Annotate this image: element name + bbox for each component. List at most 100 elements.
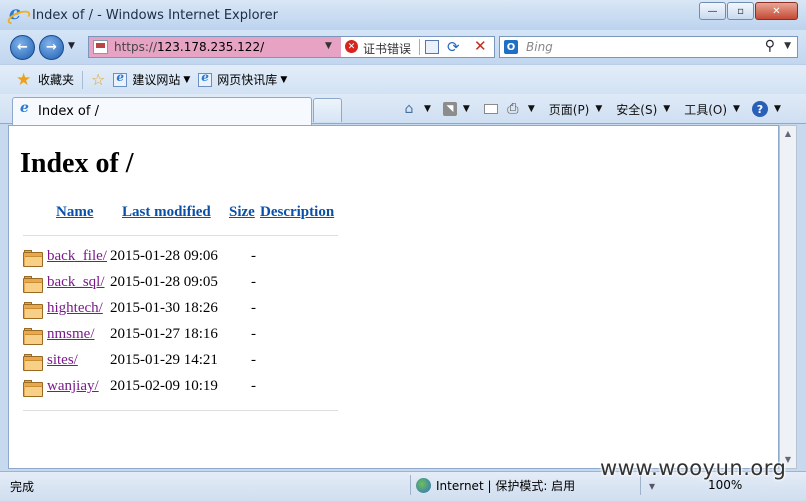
chevron-down-icon: ▼ [280, 74, 288, 85]
url-host: 123.178.235.122/ [157, 40, 265, 54]
size: - [251, 274, 256, 290]
directory-link[interactable]: hightech/ [47, 300, 103, 317]
protected-mode-icon[interactable]: ▾ [649, 479, 655, 493]
folder-icon [23, 354, 43, 371]
list-item: nmsme/ 2015-01-27 18:16 - [23, 326, 343, 348]
directory-link[interactable]: nmsme/ [47, 326, 95, 343]
web-slice-gallery-label: 网页快讯库 [217, 73, 278, 87]
forward-button[interactable]: → [39, 35, 64, 60]
watermark: www.wooyun.org [600, 456, 787, 480]
globe-icon [416, 478, 431, 493]
help-chevron-down-icon[interactable]: ▼ [774, 104, 781, 114]
directory-link[interactable]: back_sql/ [47, 274, 105, 291]
add-to-favorites-bar-icon[interactable]: ☆ [91, 70, 105, 89]
divider [82, 70, 84, 89]
maximize-button[interactable]: ▫ [727, 2, 754, 20]
folder-icon [23, 328, 43, 345]
address-bar[interactable]: https://123.178.235.122/ ▼ ✕ 证书错误 ⟳ ✕ [88, 36, 495, 58]
directory-link[interactable]: back_file/ [47, 248, 107, 265]
home-options-chevron-down-icon[interactable]: ▼ [424, 104, 431, 114]
size: - [251, 248, 256, 264]
page-icon [93, 40, 108, 54]
chevron-down-icon[interactable]: ▼ [663, 104, 670, 114]
size: - [251, 326, 256, 342]
refresh-icon[interactable]: ⟳ [447, 38, 460, 56]
size: - [251, 300, 256, 316]
directory-link[interactable]: wanjiay/ [47, 378, 99, 395]
suggested-sites-label: 建议网站 [132, 73, 181, 87]
print-options-chevron-down-icon[interactable]: ▼ [528, 104, 535, 114]
navigation-bar: ← → ▼ https://123.178.235.122/ ▼ ✕ 证书错误 … [0, 30, 806, 64]
list-item: sites/ 2015-01-29 14:21 - [23, 352, 343, 374]
folder-icon [23, 302, 43, 319]
url-scheme: https:// [114, 40, 158, 54]
size: - [251, 378, 256, 394]
bing-outlook-icon: O [504, 40, 518, 54]
chevron-down-icon: ▼ [183, 74, 191, 85]
search-box[interactable]: O Bing ⚲ ▼ [499, 36, 798, 58]
vertical-scrollbar[interactable]: ▲ ▼ [779, 125, 797, 469]
sort-by-description-link[interactable]: Description [260, 204, 334, 221]
search-options-chevron-down-icon[interactable]: ▼ [784, 41, 791, 51]
home-icon[interactable]: ⌂ [400, 101, 418, 117]
tools-menu[interactable]: 工具(O) [684, 101, 727, 118]
list-item: wanjiay/ 2015-02-09 10:19 - [23, 378, 343, 400]
print-icon[interactable]: ⎙ [504, 101, 522, 117]
read-mail-icon[interactable] [482, 101, 500, 117]
sort-by-last-modified-link[interactable]: Last modified [122, 204, 211, 221]
favorites-star-icon[interactable]: ★ [16, 71, 34, 89]
list-item: back_sql/ 2015-01-28 09:05 - [23, 274, 343, 296]
favorites-bar: ★ 收藏夹 ☆ 建议网站 ▼ 网页快讯库 ▼ [0, 64, 806, 94]
zone-label: Internet | 保护模式: 启用 [436, 479, 576, 493]
recent-pages-chevron-down-icon[interactable]: ▼ [68, 41, 75, 51]
directory-link[interactable]: sites/ [47, 352, 78, 369]
security-zone[interactable]: Internet | 保护模式: 启用 [416, 477, 575, 494]
folder-icon [23, 250, 43, 267]
list-item: back_file/ 2015-01-28 09:06 - [23, 248, 343, 270]
ie-logo-icon [8, 2, 26, 24]
page-menu[interactable]: 页面(P) [549, 101, 590, 118]
address-history-chevron-down-icon[interactable]: ▼ [325, 41, 332, 51]
safety-menu[interactable]: 安全(S) [616, 101, 657, 118]
size: - [251, 352, 256, 368]
sort-by-size-link[interactable]: Size [229, 204, 255, 221]
feeds-chevron-down-icon[interactable]: ▼ [463, 104, 470, 114]
stop-icon[interactable]: ✕ [474, 37, 487, 55]
compatibility-view-icon[interactable] [425, 40, 439, 54]
web-slice-gallery-link[interactable]: 网页快讯库 ▼ [198, 70, 288, 88]
tab-title: Index of / [38, 104, 99, 119]
close-window-button[interactable]: ✕ [755, 2, 798, 20]
cert-error-label[interactable]: 证书错误 [363, 40, 411, 57]
zoom-level[interactable]: 100% [708, 478, 742, 492]
scroll-up-icon[interactable]: ▲ [782, 129, 794, 139]
command-bar: ⌂ ▼ ◥ ▼ ⎙ ▼ 页面(P) ▼ 安全(S) ▼ 工具(O) ▼ ? ▼ [396, 98, 789, 120]
ie-page-icon [19, 100, 33, 119]
favorites-button[interactable]: 收藏夹 [38, 71, 74, 88]
search-input[interactable]: Bing [526, 40, 553, 54]
suggested-sites-link[interactable]: 建议网站 ▼ [113, 70, 191, 88]
divider [23, 410, 338, 411]
ie-page-icon [113, 70, 128, 87]
window-controls: — ▫ ✕ [698, 2, 798, 20]
divider [419, 39, 420, 55]
new-tab-button[interactable] [313, 98, 342, 122]
chevron-down-icon[interactable]: ▼ [595, 104, 602, 114]
folder-icon [23, 380, 43, 397]
search-icon[interactable]: ⚲ [765, 38, 775, 54]
sort-by-name-link[interactable]: Name [56, 204, 94, 221]
window-title: Index of / - Windows Internet Explorer [32, 7, 278, 23]
tab-index-of[interactable]: Index of / [12, 97, 312, 125]
page-content: Index of / Name Last modified Size Descr… [8, 125, 779, 469]
last-modified: 2015-01-28 09:06 [110, 248, 218, 264]
divider [410, 475, 411, 495]
back-button[interactable]: ← [10, 35, 35, 60]
minimize-button[interactable]: — [699, 2, 726, 20]
help-icon[interactable]: ? [751, 101, 768, 117]
feeds-icon[interactable]: ◥ [442, 102, 457, 116]
status-text: 完成 [10, 480, 35, 494]
chevron-down-icon[interactable]: ▼ [733, 104, 740, 114]
list-item: hightech/ 2015-01-30 18:26 - [23, 300, 343, 322]
cert-error-icon[interactable]: ✕ [345, 40, 358, 53]
ie-page-icon [198, 70, 213, 87]
url-text[interactable]: https://123.178.235.122/ [114, 40, 264, 54]
